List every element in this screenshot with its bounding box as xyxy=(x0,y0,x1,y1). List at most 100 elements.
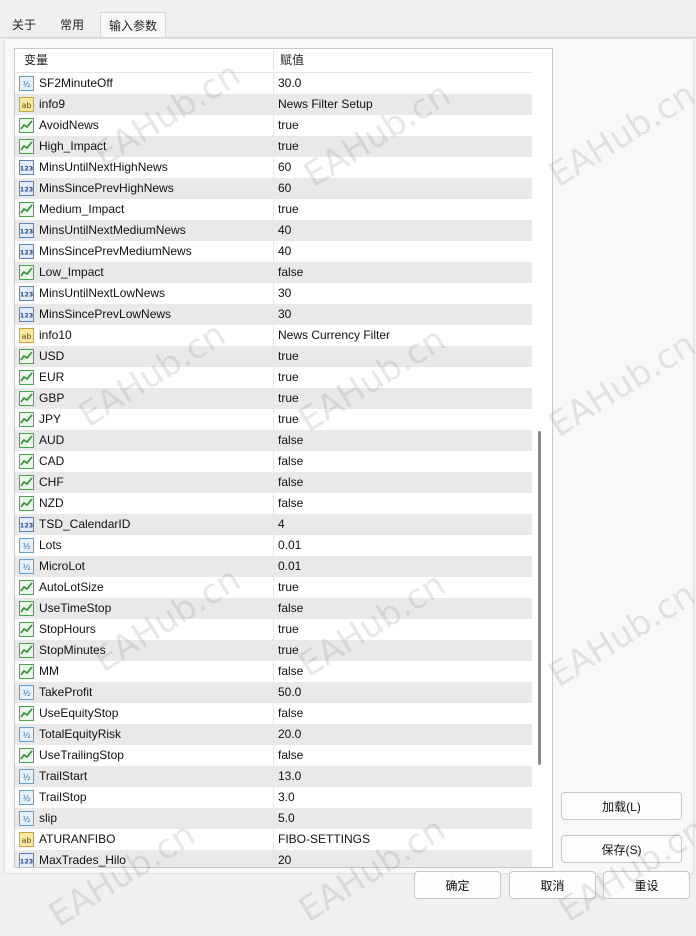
table-row[interactable]: ab info10 News Currency Filter xyxy=(15,325,532,346)
save-button[interactable]: 保存(S) xyxy=(561,835,682,863)
parameter-value[interactable]: 5.0 xyxy=(278,808,295,829)
table-row[interactable]: ½ SF2MinuteOff 30.0 xyxy=(15,73,532,94)
table-row[interactable]: 123 MinsUntilNextLowNews 30 xyxy=(15,283,532,304)
table-row[interactable]: AvoidNews true xyxy=(15,115,532,136)
parameter-value[interactable]: true xyxy=(278,199,299,220)
vertical-scrollbar[interactable] xyxy=(532,49,551,867)
parameter-value[interactable]: 30 xyxy=(278,283,291,304)
column-header-value[interactable]: 赋值 xyxy=(280,49,304,72)
parameter-value[interactable]: 4 xyxy=(278,514,285,535)
table-row[interactable]: ab ATURANFIBO FIBO-SETTINGS xyxy=(15,829,532,850)
table-row[interactable]: UseTimeStop false xyxy=(15,598,532,619)
table-row[interactable]: ½ Lots 0.01 xyxy=(15,535,532,556)
parameter-value[interactable]: 60 xyxy=(278,178,291,199)
table-row[interactable]: ½ slip 5.0 xyxy=(15,808,532,829)
table-row[interactable]: AUD false xyxy=(15,430,532,451)
scrollbar-thumb[interactable] xyxy=(538,431,541,765)
table-row[interactable]: CHF false xyxy=(15,472,532,493)
parameter-value[interactable]: false xyxy=(278,451,303,472)
table-row[interactable]: MM false xyxy=(15,661,532,682)
bool-icon xyxy=(19,748,34,763)
table-row[interactable]: ½ TrailStart 13.0 xyxy=(15,766,532,787)
parameter-value[interactable]: true xyxy=(278,619,299,640)
table-row[interactable]: UseEquityStop false xyxy=(15,703,532,724)
table-row[interactable]: StopMinutes true xyxy=(15,640,532,661)
cell-divider xyxy=(273,493,274,514)
parameter-value[interactable]: 40 xyxy=(278,220,291,241)
table-row[interactable]: StopHours true xyxy=(15,619,532,640)
parameter-value[interactable]: 3.0 xyxy=(278,787,295,808)
parameter-value[interactable]: false xyxy=(278,661,303,682)
table-row[interactable]: NZD false xyxy=(15,493,532,514)
column-divider[interactable] xyxy=(273,51,274,70)
parameter-value[interactable]: true xyxy=(278,346,299,367)
parameter-value[interactable]: News Filter Setup xyxy=(278,94,373,115)
parameter-value[interactable]: News Currency Filter xyxy=(278,325,390,346)
parameter-value[interactable]: 20.0 xyxy=(278,724,301,745)
parameter-value[interactable]: 30.0 xyxy=(278,73,301,94)
parameter-value[interactable]: false xyxy=(278,745,303,766)
load-button[interactable]: 加载(L) xyxy=(561,792,682,820)
parameter-value[interactable]: false xyxy=(278,703,303,724)
parameter-value[interactable]: 50.0 xyxy=(278,682,301,703)
table-row[interactable]: 123 MinsSincePrevHighNews 60 xyxy=(15,178,532,199)
parameter-value[interactable]: false xyxy=(278,598,303,619)
table-row[interactable]: UseTrailingStop false xyxy=(15,745,532,766)
parameter-value[interactable]: 0.01 xyxy=(278,556,301,577)
table-row[interactable]: EUR true xyxy=(15,367,532,388)
table-row[interactable]: 123 MinsSincePrevMediumNews 40 xyxy=(15,241,532,262)
table-row[interactable]: JPY true xyxy=(15,409,532,430)
parameter-name: SF2MinuteOff xyxy=(39,76,113,90)
cell-divider xyxy=(273,850,274,867)
parameter-value[interactable]: 60 xyxy=(278,157,291,178)
svg-text:½: ½ xyxy=(23,542,31,551)
table-row[interactable]: USD true xyxy=(15,346,532,367)
parameter-value[interactable]: 0.01 xyxy=(278,535,301,556)
parameter-value[interactable]: 40 xyxy=(278,241,291,262)
table-row[interactable]: ab info9 News Filter Setup xyxy=(15,94,532,115)
table-row[interactable]: Medium_Impact true xyxy=(15,199,532,220)
column-header-variable[interactable]: 变量 xyxy=(24,49,48,72)
tab-common[interactable]: 常用 xyxy=(52,14,92,36)
table-row[interactable]: ½ TakeProfit 50.0 xyxy=(15,682,532,703)
table-row[interactable]: 123 TSD_CalendarID 4 xyxy=(15,514,532,535)
tab-inputs[interactable]: 输入参数 xyxy=(100,12,167,39)
parameter-value[interactable]: false xyxy=(278,430,303,451)
parameter-value[interactable]: true xyxy=(278,115,299,136)
parameter-value[interactable]: 20 xyxy=(278,850,291,867)
parameter-value[interactable]: true xyxy=(278,367,299,388)
table-row[interactable]: 123 MinsSincePrevLowNews 30 xyxy=(15,304,532,325)
parameter-value[interactable]: FIBO-SETTINGS xyxy=(278,829,370,850)
parameter-value[interactable]: 30 xyxy=(278,304,291,325)
table-row[interactable]: Low_Impact false xyxy=(15,262,532,283)
table-row[interactable]: 123 MaxTrades_Hilo 20 xyxy=(15,850,532,867)
tab-about[interactable]: 关于 xyxy=(4,14,44,36)
cancel-button[interactable]: 取消 xyxy=(509,871,596,899)
parameter-value[interactable]: false xyxy=(278,262,303,283)
bool-icon xyxy=(19,139,34,154)
table-row[interactable]: High_Impact true xyxy=(15,136,532,157)
table-row[interactable]: 123 MinsUntilNextHighNews 60 xyxy=(15,157,532,178)
parameter-value[interactable]: true xyxy=(278,136,299,157)
parameter-value[interactable]: true xyxy=(278,577,299,598)
ok-button[interactable]: 确定 xyxy=(414,871,501,899)
parameter-name: Medium_Impact xyxy=(39,202,125,216)
table-row[interactable]: 123 MinsUntilNextMediumNews 40 xyxy=(15,220,532,241)
table-row[interactable]: CAD false xyxy=(15,451,532,472)
table-row[interactable]: GBP true xyxy=(15,388,532,409)
parameter-value[interactable]: true xyxy=(278,388,299,409)
table-row[interactable]: AutoLotSize true xyxy=(15,577,532,598)
parameter-value[interactable]: false xyxy=(278,472,303,493)
int-icon: 123 xyxy=(19,853,34,867)
cell-divider xyxy=(273,283,274,304)
table-row[interactable]: ½ MicroLot 0.01 xyxy=(15,556,532,577)
int-icon: 123 xyxy=(19,286,34,301)
reset-button[interactable]: 重设 xyxy=(603,871,690,899)
table-row[interactable]: ½ TotalEquityRisk 20.0 xyxy=(15,724,532,745)
parameter-value[interactable]: 13.0 xyxy=(278,766,301,787)
parameter-value[interactable]: false xyxy=(278,493,303,514)
parameter-value[interactable]: true xyxy=(278,640,299,661)
cell-divider xyxy=(273,787,274,808)
table-row[interactable]: ½ TrailStop 3.0 xyxy=(15,787,532,808)
parameter-value[interactable]: true xyxy=(278,409,299,430)
